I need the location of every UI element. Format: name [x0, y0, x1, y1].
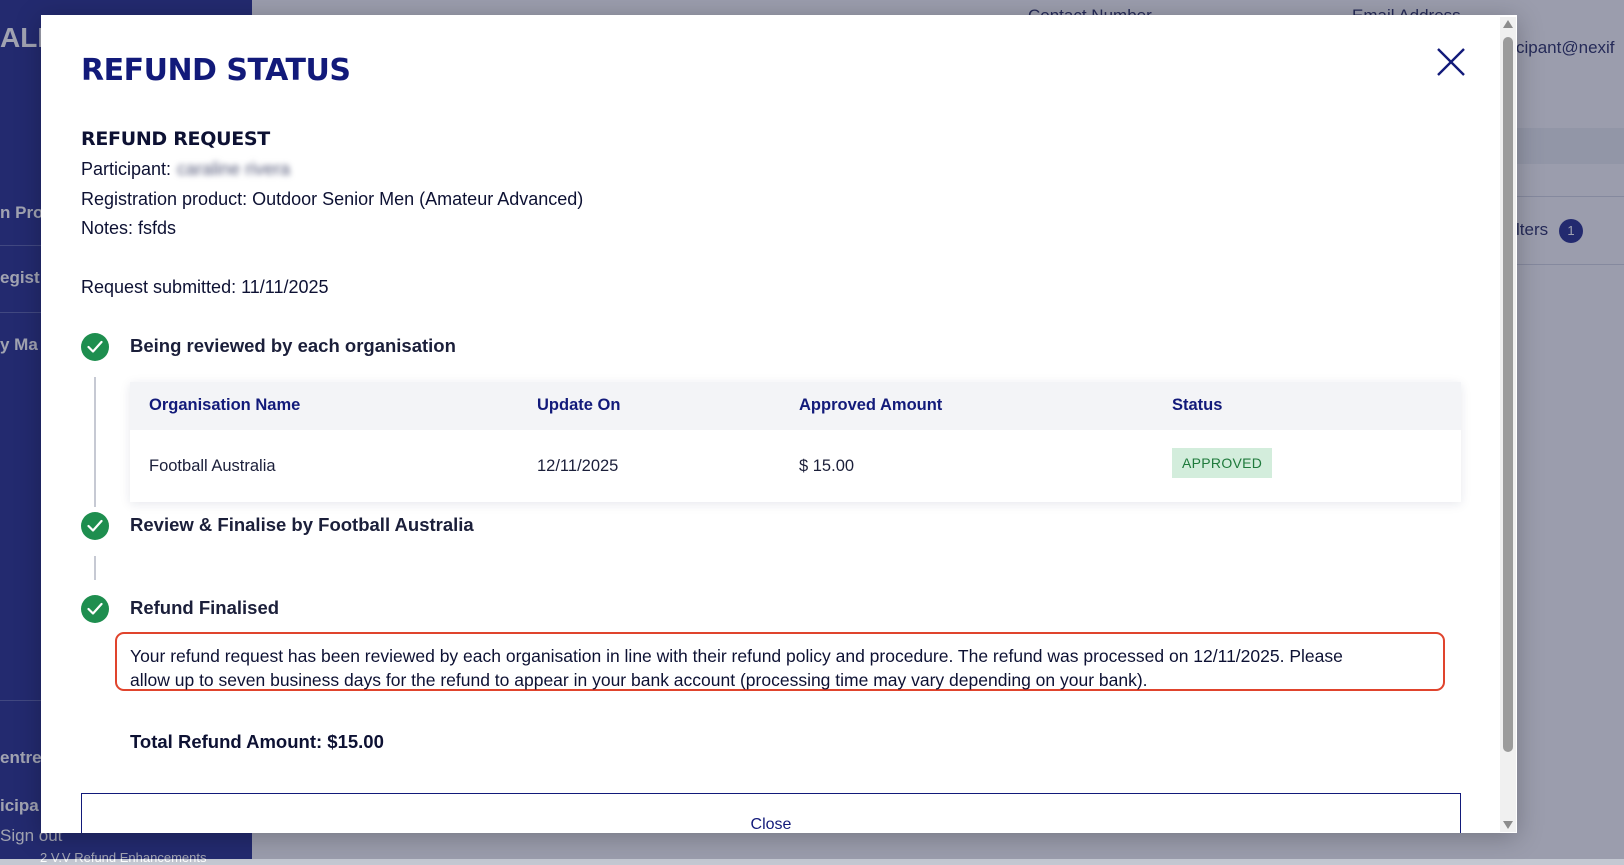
status-badge: APPROVED [1172, 448, 1273, 478]
check-icon [81, 333, 109, 361]
registration-product: Registration product: Outdoor Senior Men… [81, 189, 584, 209]
step-refund-finalised: Refund Finalised [130, 597, 280, 618]
scroll-up-arrow-icon[interactable] [1503, 20, 1513, 28]
close-icon[interactable] [1431, 42, 1471, 82]
notes: Notes: fsfds [81, 218, 177, 238]
modal-scrollbar[interactable] [1500, 17, 1516, 832]
scroll-down-arrow-icon[interactable] [1503, 821, 1513, 829]
notice-line: Your refund request has been reviewed by… [130, 646, 1343, 666]
step-review-finalise: Review & Finalise by Football Australia [130, 514, 474, 535]
refund-notice: Your refund request has been reviewed by… [115, 632, 1445, 691]
organisation-table: Organisation Name Update On Approved Amo… [130, 382, 1461, 502]
participant-line: Participant: caraline rivera [81, 159, 290, 180]
step-connector [94, 556, 96, 580]
section-title: REFUND REQUEST [81, 128, 270, 150]
step-being-reviewed: Being reviewed by each organisation [130, 335, 456, 356]
cell-updated-on: 12/11/2025 [537, 457, 619, 475]
column-header-approved-amount: Approved Amount [799, 396, 943, 414]
total-refund-amount: Total Refund Amount: $15.00 [130, 731, 384, 752]
modal-title: REFUND STATUS [81, 53, 351, 88]
request-submitted: Request submitted: 11/11/2025 [81, 277, 329, 297]
refund-status-modal: REFUND STATUS REFUND REQUEST Participant… [41, 15, 1517, 833]
column-header-organisation: Organisation Name [149, 396, 301, 414]
table-header [130, 382, 1461, 430]
step-connector [94, 377, 96, 507]
scrollbar-thumb[interactable] [1503, 37, 1513, 752]
column-header-update-on: Update On [537, 396, 621, 414]
close-button[interactable]: Close [81, 793, 1461, 833]
participant-label: Participant: [81, 159, 172, 179]
participant-name-redacted: caraline rivera [177, 159, 291, 179]
notice-line: allow up to seven business days for the … [130, 670, 1148, 690]
check-icon [81, 512, 109, 540]
cell-amount: $ 15.00 [799, 457, 855, 475]
column-header-status: Status [1172, 396, 1223, 414]
cell-organisation: Football Australia [149, 457, 276, 475]
check-icon [81, 595, 109, 623]
